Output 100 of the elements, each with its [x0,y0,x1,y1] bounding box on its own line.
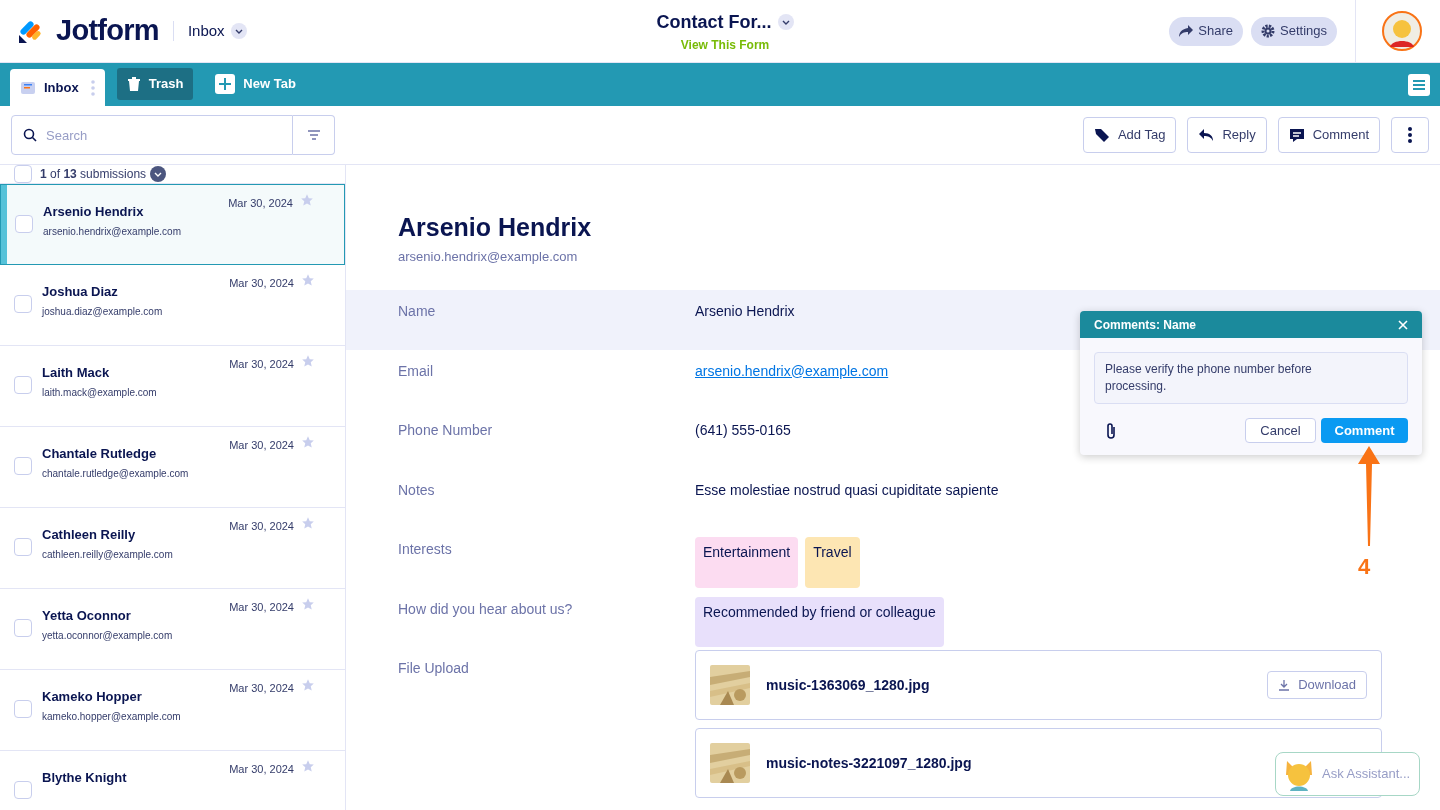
submitter-name: Laith Mack [42,366,111,379]
submission-count: 1 of 13 submissions [40,166,147,183]
submitter-name: Blythe Knight [42,771,127,784]
submission-row[interactable]: Arsenio Hendrix arsenio.hendrix@example.com Mar 30, 2024 [0,184,345,265]
star-icon[interactable] [301,759,315,773]
tag-button[interactable]: Add Tag [1082,117,1177,153]
annotation-label: 4 [1358,553,1371,581]
field-label: Name [398,302,437,321]
chevron-icon[interactable] [150,166,167,182]
menu-icon[interactable] [1408,74,1430,96]
checkbox[interactable] [14,538,32,556]
search-field[interactable]: Search [11,115,293,155]
submission-row[interactable]: Laith Mack laith.mack@example.com Mar 30, 2024 [0,346,345,427]
field-label: Email [398,361,434,381]
submission-date: Mar 30, 2024 [229,276,294,291]
submission-row[interactable]: Kameko Hopper kameko.hopper@example.com Mar 30, 2024 [0,670,345,751]
submitter-email: arsenio.hendrix@example.com [398,247,579,266]
checkbox[interactable] [14,700,32,718]
submission-date: Mar 30, 2024 [229,438,294,453]
more-icon [1408,127,1412,143]
star-icon[interactable] [301,435,315,449]
submitter-name: Yetta Oconnor [42,609,132,622]
submission-row[interactable]: Joshua Diaz joshua.diaz@example.com Mar 30, 2024 [0,265,345,346]
checkbox[interactable] [14,619,32,637]
checkbox[interactable] [14,457,32,475]
cancel-button[interactable]: Cancel [1245,418,1316,443]
star-icon[interactable] [301,273,315,287]
submission-date: Mar 30, 2024 [229,762,294,777]
inbox-icon [20,79,36,96]
download-icon [1278,679,1291,691]
reply-button[interactable]: Reply [1187,117,1267,153]
chevron-icon[interactable] [777,14,794,30]
submitter-email: arsenio.hendrix@example.com [43,225,181,239]
field-value: Arsenio Hendrix [695,302,795,321]
star-icon[interactable] [301,354,315,368]
field-label: How did you hear about us? [398,599,574,619]
submission-date: Mar 30, 2024 [229,519,294,534]
submitter-name: Arsenio Hendrix [398,212,593,243]
more-button[interactable] [1391,117,1429,153]
file-name: music-notes-3221097_1280.jpg [766,753,972,773]
tag: Recommended by friend or colleague [695,596,944,647]
tab[interactable]: Trash [116,68,194,100]
submitter-name: Chantale Rutledge [42,447,158,460]
submission-row[interactable]: Cathleen Reilly cathleen.reilly@example.com Mar 30, 2024 [0,508,345,589]
submission-date: Mar 30, 2024 [229,600,294,615]
field-value: (641) 555-0165 [695,421,791,440]
field-label: Phone Number [398,421,494,440]
submitter-email: joshua.diaz@example.com [42,305,163,319]
checkbox[interactable] [14,295,32,313]
download-button[interactable]: Download [1267,671,1367,699]
submitter-email: laith.mack@example.com [42,386,157,400]
checkbox[interactable] [14,376,32,394]
submitter-name: Cathleen Reilly [42,528,137,541]
comment-field[interactable]: Please verify the phone number before processing. [1094,352,1408,404]
checkbox[interactable] [14,781,32,799]
comment-icon [1288,127,1305,143]
field-value: Esse molestiae nostrud quasi cupiditate sapiente [695,480,999,500]
form-title: Contact For... [656,10,772,34]
submitter-name: Joshua Diaz [42,285,119,298]
field-label: Interests [398,540,453,559]
settings-button[interactable]: Settings [1251,16,1337,46]
brand-name: Jotform [56,13,159,49]
chevron-icon[interactable] [230,23,247,39]
share-button[interactable]: Share [1169,16,1243,46]
submitter-email: cathleen.reilly@example.com [42,548,173,562]
email-link[interactable]: arsenio.hendrix@example.com [695,360,889,409]
submitter-name: Arsenio Hendrix [43,205,145,218]
submission-date: Mar 30, 2024 [229,357,294,372]
share-icon [1179,25,1194,37]
submission-date: Mar 30, 2024 [228,196,293,211]
star-icon[interactable] [300,193,314,207]
paperclip-icon[interactable] [1106,421,1116,440]
submitter-name: Kameko Hopper [42,690,143,703]
plus-icon [215,74,236,94]
filter-icon [307,130,320,140]
submission-date: Mar 30, 2024 [229,681,294,696]
reply-icon [1198,128,1215,142]
star-icon[interactable] [301,678,315,692]
submitter-email: chantale.rutledge@example.com [42,467,189,481]
field-label: Notes [398,480,436,500]
submitter-email: yetta.oconnor@example.com [42,629,173,643]
checkbox[interactable] [14,165,32,183]
checkbox[interactable] [15,215,33,233]
tag-icon [1093,127,1110,143]
star-icon[interactable] [301,516,315,530]
tag: Travel [805,537,860,588]
star-icon[interactable] [301,597,315,611]
popup-title: Comments: Name [1094,316,1197,334]
section-dropdown[interactable]: Inbox [187,19,225,43]
close-icon[interactable] [1398,319,1408,330]
comment-button[interactable]: Comment [1277,117,1380,153]
file-name: music-1363069_1280.jpg [766,675,930,695]
avatar[interactable] [1382,11,1422,51]
field-label: File Upload [398,659,470,678]
filter-button[interactable] [293,115,335,155]
submission-row[interactable]: Blythe Knight Mar 30, 2024 [0,751,345,810]
submission-row[interactable]: Chantale Rutledge chantale.rutledge@example.com Mar 30, 2024 [0,427,345,508]
submission-row[interactable]: Yetta Oconnor yetta.oconnor@example.com Mar 30, 2024 [0,589,345,670]
drag-handle-icon[interactable] [90,79,95,96]
tab[interactable]: Inbox [10,69,105,106]
